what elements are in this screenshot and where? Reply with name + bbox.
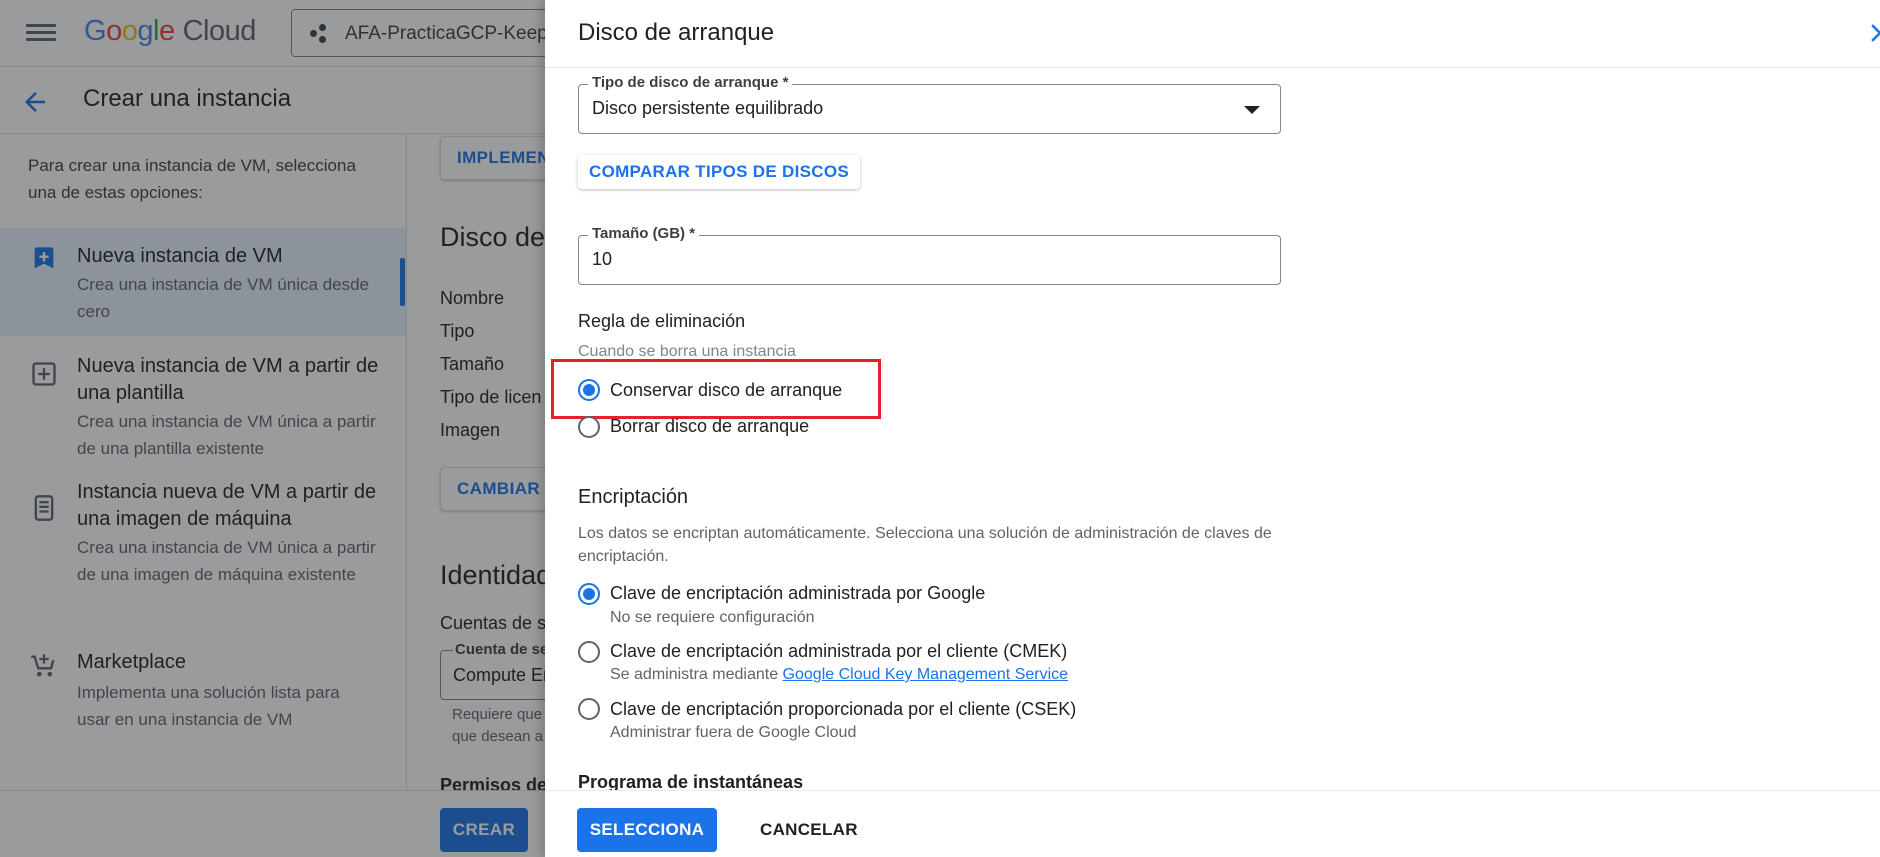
radio-label[interactable]: Conservar disco de arranque	[610, 380, 842, 401]
field-value: Disco persistente equilibrado	[592, 98, 824, 118]
sublabel-prefix: Se administra mediante	[610, 666, 779, 683]
kms-link[interactable]: Google Cloud Key Management Service	[783, 666, 1069, 683]
field-label: Tipo de disco de arranque *	[588, 74, 793, 91]
panel-footer: SELECCIONA CANCELAR	[545, 790, 1880, 857]
radio-label[interactable]: Clave de encriptación administrada por G…	[610, 583, 985, 604]
select-button[interactable]: SELECCIONA	[577, 808, 717, 852]
radio-label[interactable]: Clave de encriptación proporcionada por …	[610, 699, 1076, 720]
boot-disk-panel: Disco de arranque Tipo de disco de arran…	[545, 0, 1880, 857]
field-label: Tamaño (GB) *	[588, 225, 700, 242]
disk-size-input[interactable]: Tamaño (GB) * 10	[578, 225, 1281, 285]
field-value: 10	[592, 249, 613, 269]
boot-disk-type-select[interactable]: Tipo de disco de arranque * Disco persis…	[578, 74, 1281, 134]
divider	[545, 67, 1880, 68]
csek-radio[interactable]	[578, 698, 600, 720]
close-icon[interactable]	[1865, 18, 1880, 48]
deletion-rule-heading: Regla de eliminación	[578, 311, 746, 331]
keep-boot-disk-radio[interactable]	[578, 379, 600, 401]
dropdown-arrow-icon	[1244, 106, 1260, 114]
panel-title: Disco de arranque	[578, 19, 775, 46]
google-managed-key-radio[interactable]	[578, 583, 600, 605]
delete-boot-disk-radio[interactable]	[578, 416, 600, 438]
encryption-description: Los datos se encriptan automáticamente. …	[578, 525, 1272, 565]
radio-sublabel: No se requiere configuración	[610, 609, 815, 626]
radio-sublabel: Administrar fuera de Google Cloud	[610, 724, 857, 741]
modal-scrim[interactable]	[0, 0, 545, 857]
radio-label[interactable]: Borrar disco de arranque	[610, 416, 809, 437]
compare-disk-types-button[interactable]: COMPARAR TIPOS DE DISCOS	[578, 155, 861, 189]
cancel-button[interactable]: CANCELAR	[750, 808, 868, 852]
cmek-radio[interactable]	[578, 641, 600, 663]
radio-sublabel: Se administra mediante Google Cloud Key …	[610, 666, 1068, 684]
radio-label[interactable]: Clave de encriptación administrada por e…	[610, 641, 1067, 662]
encryption-heading: Encriptación	[578, 486, 689, 508]
